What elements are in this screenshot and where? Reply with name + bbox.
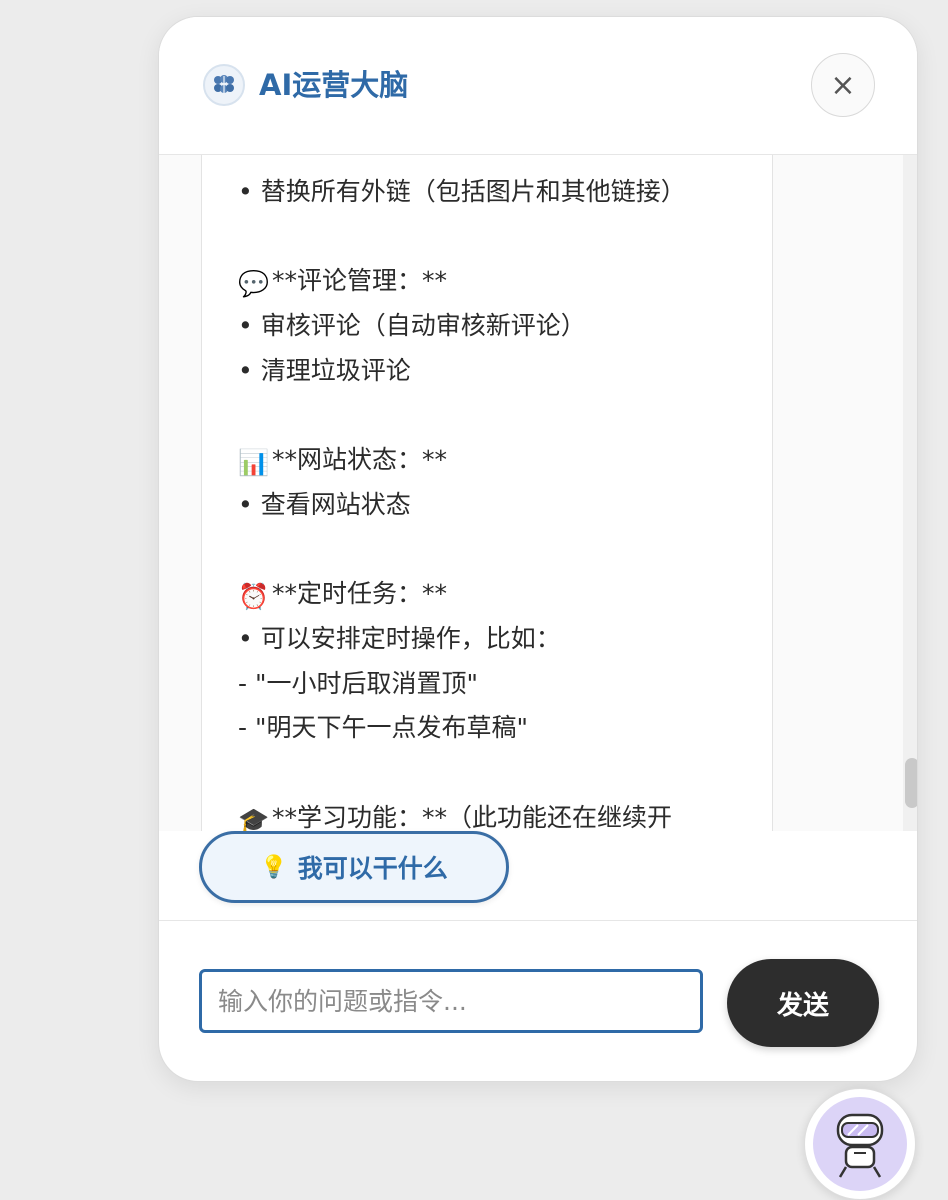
send-button[interactable]: 发送	[727, 959, 879, 1047]
message-line-text: **评论管理：**	[272, 266, 448, 296]
message-line-text: **学习功能：**（此功能还在继续开	[272, 802, 673, 831]
message-line: ⏰ **定时任务：**	[238, 572, 736, 617]
graduation-cap-icon: 🎓	[238, 805, 270, 831]
message-line-text: - "明天下午一点发布草稿"	[238, 713, 528, 743]
message-line-text: - "一小时后取消置顶"	[238, 668, 478, 698]
message-line: 📊 **网站状态：**	[238, 438, 736, 483]
assistant-launcher-button[interactable]	[804, 1088, 916, 1200]
message-line-text: • 查看网站状态	[238, 489, 411, 519]
alarm-clock-icon: ⏰	[238, 582, 270, 612]
message-line-text: • 替换所有外链（包括图片和其他链接）	[238, 177, 686, 206]
suggestion-button[interactable]: 💡 我可以干什么	[199, 831, 509, 903]
chat-panel: AI运营大脑 × • 替换所有外链（包括图片和其他链接） 💬 **评论管理：** • …	[158, 16, 918, 1082]
message-line-text: **定时任务：**	[272, 579, 448, 609]
close-icon: ×	[830, 67, 856, 103]
message-input[interactable]	[199, 969, 703, 1033]
message-line-text: • 清理垃圾评论	[238, 355, 411, 385]
message-line: • 审核评论（自动审核新评论）	[238, 304, 736, 349]
message-line	[238, 528, 736, 573]
message-line: 💬 **评论管理：**	[238, 259, 736, 304]
chat-header: AI运营大脑 ×	[159, 17, 917, 155]
message-line	[238, 393, 736, 438]
message-line: • 可以安排定时操作，比如：	[238, 617, 736, 662]
message-line: • 查看网站状态	[238, 483, 736, 528]
message-line: - "明天下午一点发布草稿"	[238, 706, 736, 751]
suggestion-bar: 💡 我可以干什么	[159, 831, 917, 921]
close-button[interactable]: ×	[811, 53, 875, 117]
message-line: 🎓 **学习功能：**（此功能还在继续开	[238, 796, 736, 831]
lightbulb-icon: 💡	[260, 854, 288, 880]
speech-bubble-icon: 💬	[238, 269, 270, 299]
message-line-text: **网站状态：**	[272, 445, 448, 475]
scrollbar-thumb[interactable]	[905, 758, 917, 808]
message-line: • 替换所有外链（包括图片和其他链接）	[238, 170, 736, 215]
message-line	[238, 751, 736, 796]
assistant-message: • 替换所有外链（包括图片和其他链接） 💬 **评论管理：** • 审核评论（自动审核…	[201, 155, 773, 831]
suggestion-label: 我可以干什么	[297, 854, 448, 883]
message-line	[238, 215, 736, 260]
message-line-text: • 审核评论（自动审核新评论）	[238, 311, 586, 341]
message-line-text: • 可以安排定时操作，比如：	[238, 623, 561, 653]
app-title: AI运营大脑	[259, 68, 409, 102]
robot-avatar-icon	[813, 1097, 907, 1191]
message-line: - "一小时后取消置顶"	[238, 662, 736, 707]
bar-chart-icon: 📊	[238, 448, 270, 478]
scrollbar[interactable]	[903, 155, 917, 831]
message-line: • 清理垃圾评论	[238, 349, 736, 394]
message-list[interactable]: • 替换所有外链（包括图片和其他链接） 💬 **评论管理：** • 审核评论（自动审核…	[159, 155, 917, 831]
brain-icon	[203, 64, 245, 106]
